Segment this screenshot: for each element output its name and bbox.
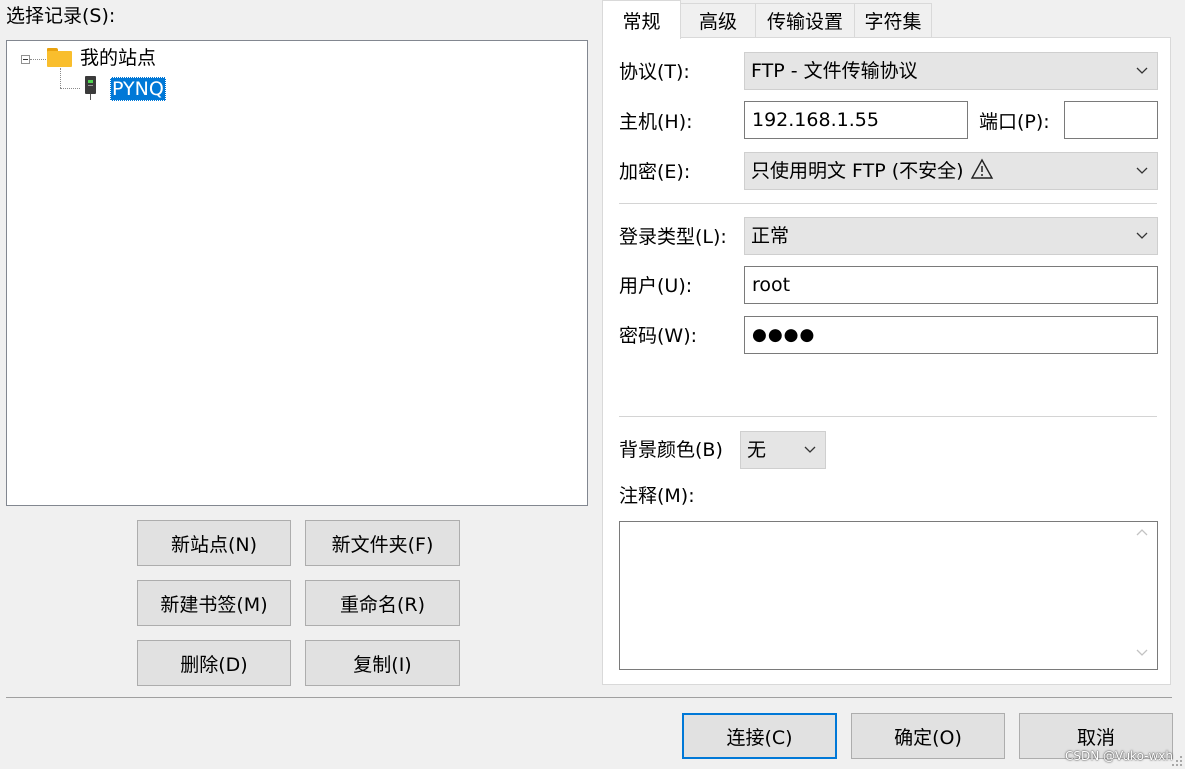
- select-entry-label: 选择记录(S):: [6, 5, 116, 27]
- tree-connector: [60, 68, 61, 88]
- logon-type-value: 正常: [751, 225, 790, 247]
- tab-general[interactable]: 常规: [602, 0, 681, 39]
- bg-color-select[interactable]: 无: [740, 431, 826, 469]
- encryption-value: 只使用明文 FTP (不安全): [751, 160, 964, 182]
- rename-button[interactable]: 重命名(R): [305, 580, 460, 626]
- copy-button[interactable]: 复制(I): [305, 640, 460, 686]
- user-input[interactable]: root: [744, 266, 1158, 304]
- encryption-label: 加密(E):: [619, 161, 691, 183]
- user-label: 用户(U):: [619, 275, 693, 297]
- divider: [619, 203, 1157, 204]
- tree-connector: [30, 59, 46, 60]
- minus-box-icon[interactable]: [21, 55, 30, 64]
- host-label: 主机(H):: [619, 111, 693, 133]
- delete-button[interactable]: 删除(D): [137, 640, 291, 686]
- ok-button[interactable]: 确定(O): [851, 713, 1005, 759]
- host-input[interactable]: 192.168.1.55: [744, 101, 968, 139]
- folder-icon: [47, 48, 72, 67]
- comments-label: 注释(M):: [619, 485, 695, 507]
- resize-grip-icon[interactable]: [1171, 755, 1183, 767]
- chevron-down-icon: [1135, 218, 1149, 268]
- comments-textarea[interactable]: [619, 521, 1158, 670]
- port-input[interactable]: [1064, 101, 1158, 139]
- logon-type-label: 登录类型(L):: [619, 226, 727, 248]
- protocol-value: FTP - 文件传输协议: [751, 60, 918, 82]
- tab-transfer-settings[interactable]: 传输设置: [755, 3, 855, 37]
- new-bookmark-button[interactable]: 新建书签(M): [137, 580, 291, 626]
- tree-connector: [60, 88, 80, 89]
- chevron-down-icon: [1135, 53, 1149, 103]
- new-site-button[interactable]: 新站点(N): [137, 520, 291, 566]
- chevron-down-icon: [803, 432, 817, 482]
- chevron-down-icon: [1135, 153, 1149, 203]
- scroll-down-icon[interactable]: [1135, 645, 1149, 663]
- connect-button[interactable]: 连接(C): [682, 713, 837, 759]
- general-tab-panel: 协议(T): FTP - 文件传输协议 主机(H): 192.168.1.55 …: [602, 37, 1171, 685]
- logon-type-select[interactable]: 正常: [744, 217, 1158, 255]
- scroll-up-icon[interactable]: [1135, 526, 1149, 544]
- tab-advanced[interactable]: 高级: [680, 3, 756, 37]
- new-folder-button[interactable]: 新文件夹(F): [305, 520, 460, 566]
- port-label: 端口(P):: [979, 111, 1050, 133]
- protocol-label: 协议(T):: [619, 61, 690, 83]
- site-tree[interactable]: 我的站点 PYNQ: [6, 40, 588, 506]
- protocol-select[interactable]: FTP - 文件传输协议: [744, 52, 1158, 90]
- password-input[interactable]: ●●●●: [744, 316, 1158, 354]
- divider: [619, 416, 1157, 417]
- tree-item-my-sites[interactable]: 我的站点: [80, 46, 156, 70]
- footer-divider: [6, 697, 1172, 698]
- warning-triangle-icon: [970, 156, 994, 192]
- bg-color-value: 无: [747, 439, 767, 461]
- tab-charset[interactable]: 字符集: [854, 3, 932, 37]
- watermark-text: CSDN @Vuko-wxh: [1065, 749, 1173, 763]
- encryption-select[interactable]: 只使用明文 FTP (不安全): [744, 152, 1158, 190]
- password-label: 密码(W):: [619, 325, 698, 347]
- bg-color-label: 背景颜色(B): [619, 439, 723, 461]
- tree-item-site-selected[interactable]: PYNQ: [110, 77, 166, 101]
- server-icon: [85, 76, 97, 100]
